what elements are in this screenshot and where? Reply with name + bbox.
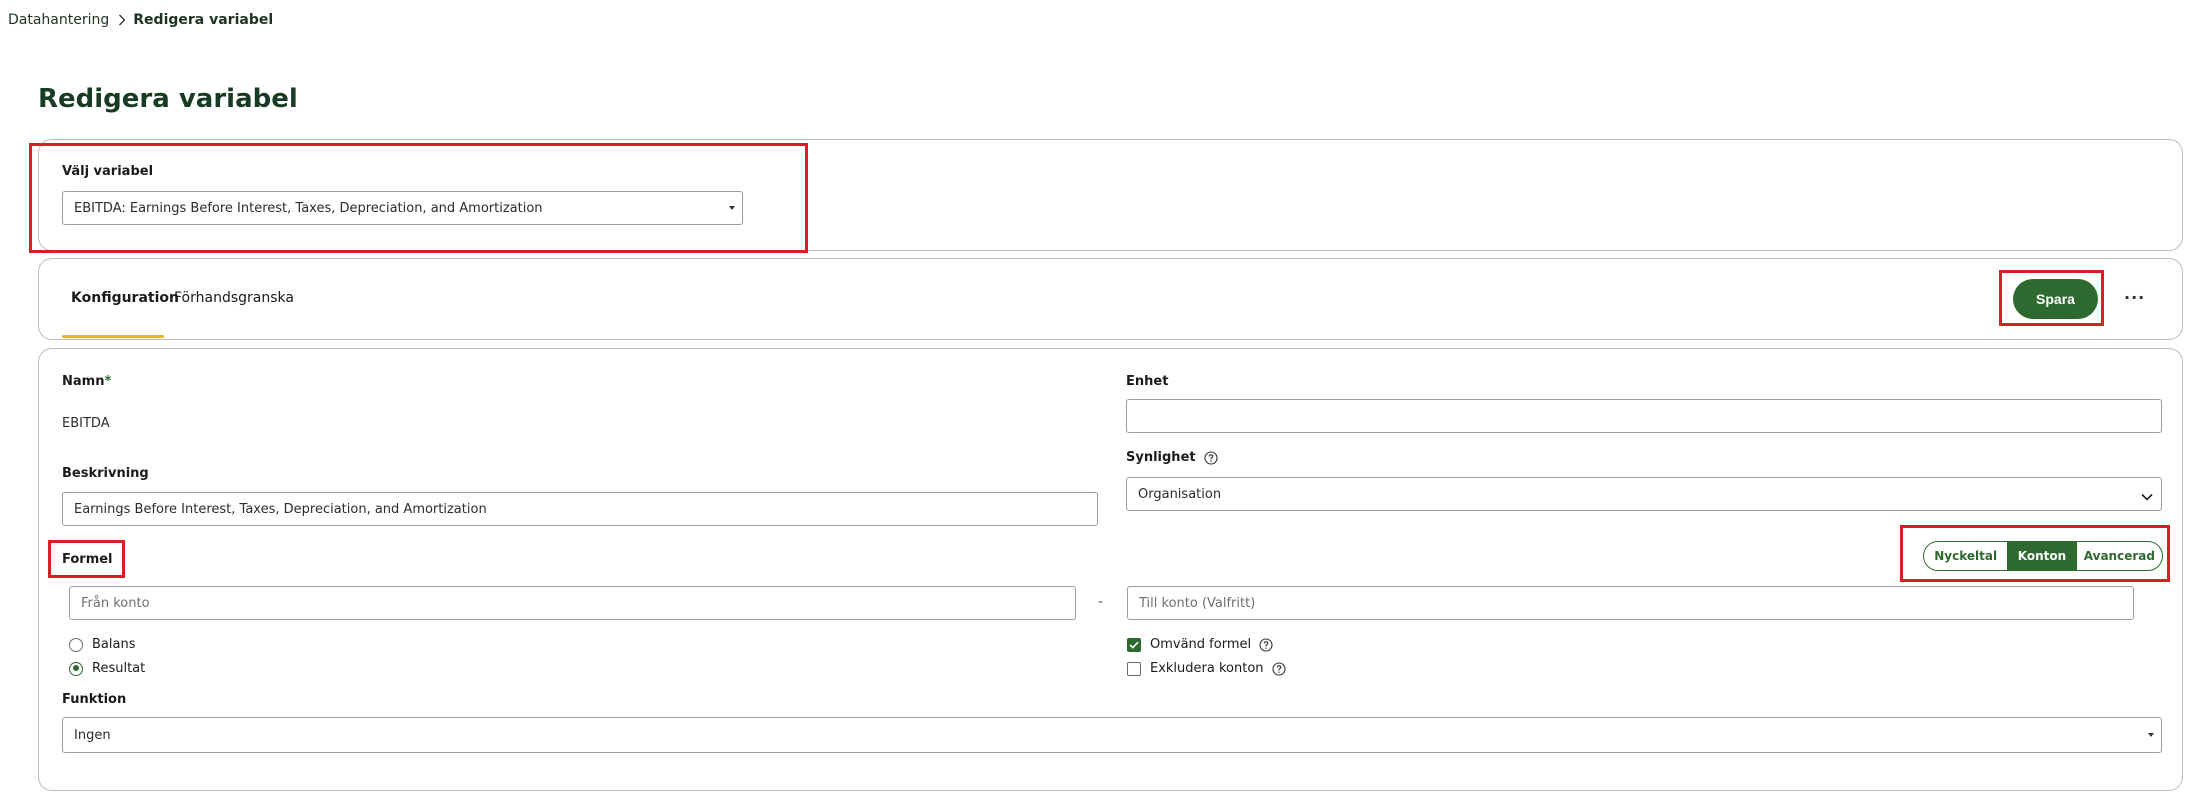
to-account-input[interactable]: Till konto (Valfritt) bbox=[1127, 586, 2134, 620]
caret-down-icon bbox=[2148, 733, 2154, 737]
question-circle-icon[interactable] bbox=[1271, 661, 1286, 676]
radio-balans[interactable] bbox=[69, 637, 83, 652]
visibility-select[interactable]: Organisation bbox=[1126, 477, 2162, 511]
description-input[interactable]: Earnings Before Interest, Taxes, Depreci… bbox=[62, 492, 1098, 526]
tabs-card bbox=[38, 258, 2183, 340]
page-title: Redigera variabel bbox=[38, 84, 298, 114]
option-omvand-formel[interactable]: Omvänd formel bbox=[1127, 637, 1273, 652]
active-tab-indicator bbox=[62, 335, 164, 338]
visibility-label-text: Synlighet bbox=[1126, 450, 1196, 465]
name-label: Namn* bbox=[62, 374, 111, 389]
more-options-button[interactable]: ··· bbox=[2124, 288, 2145, 307]
from-account-placeholder: Från konto bbox=[81, 595, 150, 611]
account-type-resultat[interactable]: Resultat bbox=[69, 661, 145, 676]
chevron-down-icon bbox=[2141, 490, 2153, 505]
account-type-balans[interactable]: Balans bbox=[69, 637, 135, 652]
unit-label: Enhet bbox=[1126, 374, 1169, 389]
chevron-right-icon bbox=[118, 14, 126, 26]
account-range-separator: - bbox=[1098, 594, 1104, 610]
checkbox-exkludera-konton-label: Exkludera konton bbox=[1150, 661, 1264, 676]
annotation-box-save bbox=[1999, 270, 2104, 326]
radio-resultat[interactable] bbox=[69, 661, 83, 676]
visibility-value: Organisation bbox=[1138, 486, 1222, 502]
radio-balans-label: Balans bbox=[92, 637, 136, 652]
breadcrumb-current: Redigera variabel bbox=[133, 12, 274, 28]
annotation-box-variable bbox=[29, 143, 808, 253]
checkbox-omvand-formel[interactable] bbox=[1127, 637, 1141, 652]
radio-resultat-label: Resultat bbox=[92, 661, 146, 676]
required-mark: * bbox=[104, 374, 112, 389]
annotation-box-mode-toggle bbox=[1900, 525, 2170, 582]
tab-forhandsgranska[interactable]: Förhandsgranska bbox=[174, 290, 294, 306]
question-circle-icon[interactable] bbox=[1204, 450, 1218, 465]
checkbox-omvand-formel-label: Omvänd formel bbox=[1150, 637, 1252, 652]
visibility-label: Synlighet bbox=[1126, 450, 1218, 465]
question-circle-icon[interactable] bbox=[1259, 637, 1273, 652]
checkbox-exkludera-konton[interactable] bbox=[1127, 661, 1141, 676]
description-value: Earnings Before Interest, Taxes, Depreci… bbox=[74, 501, 487, 517]
function-select[interactable]: Ingen bbox=[62, 717, 2162, 753]
description-label: Beskrivning bbox=[62, 466, 149, 481]
to-account-placeholder: Till konto (Valfritt) bbox=[1139, 595, 1256, 611]
tab-konfiguration[interactable]: Konfiguration bbox=[71, 290, 179, 306]
annotation-box-formula bbox=[48, 540, 125, 578]
from-account-input[interactable]: Från konto bbox=[69, 586, 1076, 620]
unit-input[interactable] bbox=[1126, 399, 2162, 433]
function-label: Funktion bbox=[62, 692, 127, 707]
name-value: EBITDA bbox=[62, 416, 110, 431]
checkmark-icon bbox=[1129, 641, 1139, 649]
name-label-text: Namn bbox=[62, 374, 105, 389]
breadcrumb-link-datahantering[interactable]: Datahantering bbox=[8, 12, 109, 28]
option-exkludera-konton[interactable]: Exkludera konton bbox=[1127, 661, 1286, 676]
function-value: Ingen bbox=[74, 727, 111, 743]
breadcrumb: Datahantering Redigera variabel bbox=[8, 10, 273, 30]
